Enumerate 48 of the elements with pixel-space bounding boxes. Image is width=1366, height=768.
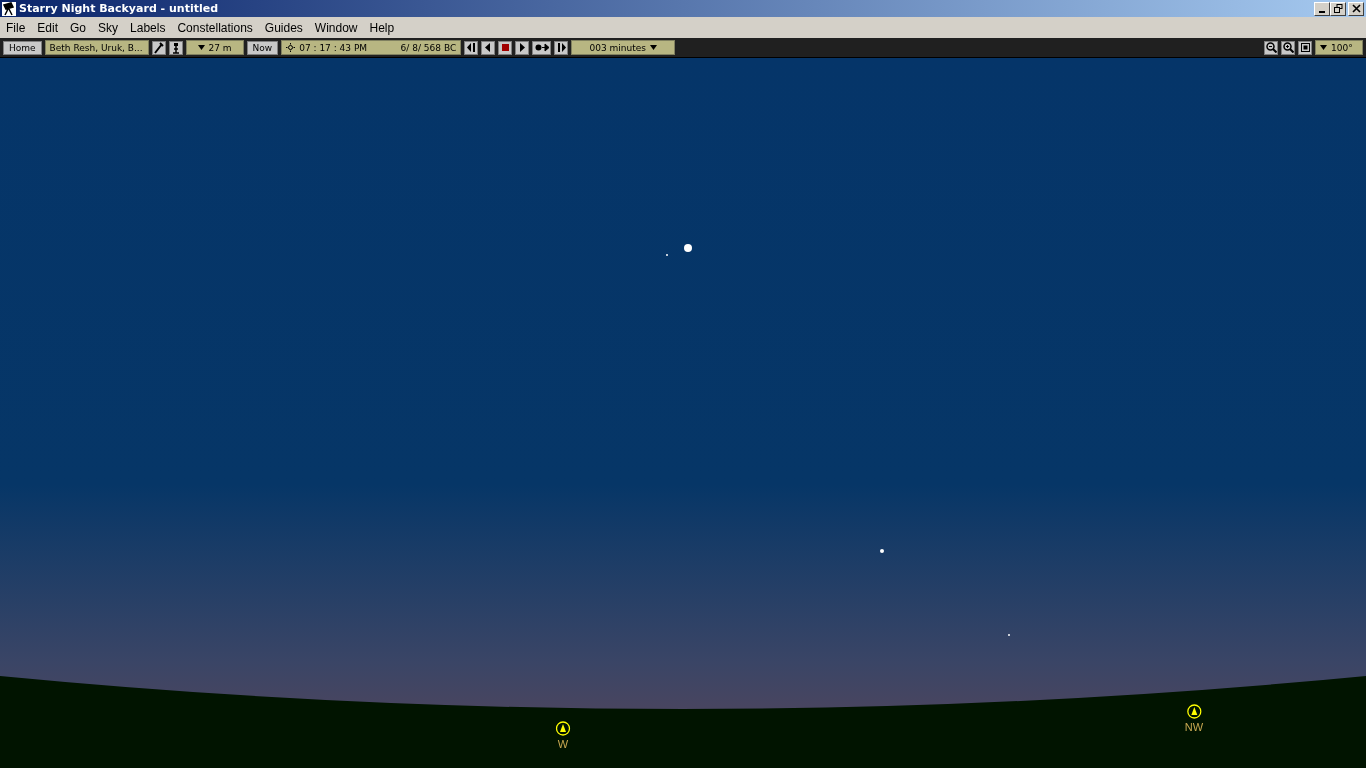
pen-icon[interactable] bbox=[151, 40, 166, 55]
menu-item[interactable]: Help bbox=[363, 20, 401, 35]
minimize-button[interactable] bbox=[1314, 1, 1330, 16]
restore-icon bbox=[1333, 4, 1343, 13]
menu-item[interactable]: File bbox=[0, 20, 32, 35]
menu-item[interactable]: Guides bbox=[258, 20, 309, 35]
field-of-view-field[interactable]: 100° bbox=[1315, 40, 1363, 55]
caret-icon bbox=[197, 45, 205, 50]
step-forward-icon[interactable] bbox=[554, 40, 569, 55]
caret-icon bbox=[649, 45, 657, 50]
compass-label: NW bbox=[1184, 721, 1204, 733]
location-field[interactable]: Beth Resh, Uruk, B... bbox=[44, 40, 149, 55]
now-button[interactable]: Now bbox=[246, 40, 279, 55]
play-backward-icon[interactable] bbox=[481, 40, 496, 55]
menu-item[interactable]: Go bbox=[64, 20, 93, 35]
menu-item[interactable]: Window bbox=[308, 20, 364, 35]
compass-marker-icon bbox=[1186, 704, 1202, 719]
star-dot bbox=[880, 549, 884, 553]
sky-view[interactable]: W NW bbox=[0, 58, 1366, 768]
menu-item[interactable]: Edit bbox=[31, 20, 65, 35]
restore-button[interactable] bbox=[1330, 1, 1346, 16]
time-step-field[interactable]: 003 minutes bbox=[571, 40, 676, 55]
date-text: 6/ 8/ 568 BC bbox=[400, 42, 457, 53]
frame-icon[interactable] bbox=[1298, 40, 1312, 55]
close-button[interactable] bbox=[1348, 1, 1364, 16]
menu-item[interactable]: Labels bbox=[124, 20, 172, 35]
menu-item[interactable]: Constellations bbox=[171, 20, 259, 35]
compass-marker-icon bbox=[555, 721, 571, 736]
play-icon[interactable] bbox=[515, 40, 530, 55]
caret-icon bbox=[1320, 45, 1327, 50]
minimize-icon bbox=[1319, 10, 1325, 13]
home-button[interactable]: Home bbox=[3, 40, 42, 55]
compass-label: W bbox=[557, 738, 569, 750]
close-icon bbox=[1351, 4, 1361, 13]
zoom-in-icon[interactable] bbox=[1281, 40, 1295, 55]
menu-item[interactable]: Sky bbox=[92, 20, 125, 35]
step-back-icon[interactable] bbox=[464, 40, 479, 55]
window-title: Starry Night Backyard - untitled bbox=[19, 2, 219, 15]
tower-icon[interactable] bbox=[168, 40, 183, 55]
zoom-out-icon[interactable] bbox=[1264, 40, 1278, 55]
real-time-icon[interactable] bbox=[532, 40, 552, 55]
time-field[interactable]: 07 : 17 : 43 PM 6/ 8/ 568 BC bbox=[281, 40, 462, 55]
time-text: 07 : 17 : 43 PM bbox=[299, 42, 368, 53]
star-dot bbox=[684, 244, 692, 252]
elevation-field[interactable]: 27 m bbox=[185, 40, 244, 55]
sun-icon bbox=[286, 43, 296, 52]
stop-icon[interactable] bbox=[498, 40, 513, 55]
telescope-icon bbox=[2, 1, 16, 16]
